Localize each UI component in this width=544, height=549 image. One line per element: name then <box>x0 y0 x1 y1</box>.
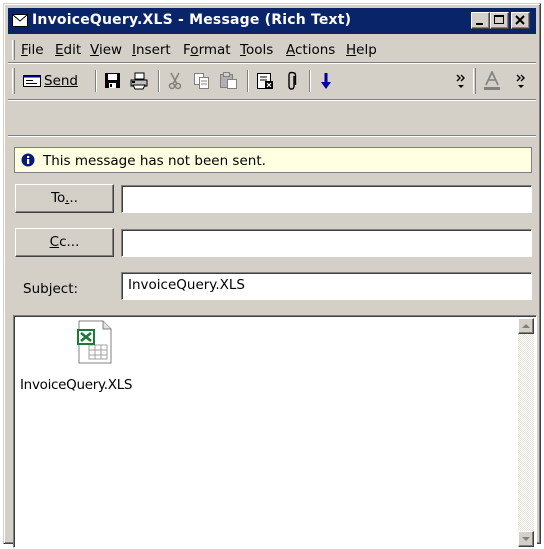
menu-insert[interactable]: Insert <box>132 42 171 58</box>
send-button[interactable]: Send <box>18 68 90 94</box>
to-button-label: To... <box>51 190 78 206</box>
menu-tools[interactable]: Tools <box>240 42 273 58</box>
close-button[interactable] <box>511 12 530 29</box>
subject-label: Subject: <box>23 281 79 297</box>
arrow-up-icon <box>522 324 530 328</box>
address-book-button[interactable] <box>252 68 278 94</box>
toolbar-separator <box>309 70 311 92</box>
toolbar-grip[interactable] <box>473 68 476 94</box>
scroll-down-button[interactable] <box>518 531 534 547</box>
arrow-down-icon <box>321 73 331 89</box>
copy-button <box>190 68 214 94</box>
toolbar-divider <box>8 99 536 101</box>
more-chevron-icon <box>516 74 525 88</box>
font-color-icon <box>484 71 500 90</box>
attach-icon <box>288 71 297 90</box>
toolbar-grip[interactable] <box>12 68 15 94</box>
menu-grip[interactable] <box>12 40 15 60</box>
cc-field[interactable] <box>121 229 532 257</box>
menu-help[interactable]: Help <box>346 42 377 58</box>
info-text: This message has not been sent. <box>43 153 266 169</box>
send-icon <box>23 75 41 87</box>
cut-button <box>163 68 187 94</box>
menu-view[interactable]: View <box>90 42 122 58</box>
menu-bar: File Edit View Insert Format Tools Actio… <box>8 38 536 62</box>
scroll-up-button[interactable] <box>518 318 534 334</box>
to-button[interactable]: To... <box>15 184 114 213</box>
info-bar: This message has not been sent. <box>14 147 532 173</box>
title-bar[interactable]: InvoiceQuery.XLS - Message (Rich Text) <box>8 8 536 34</box>
vertical-scrollbar[interactable] <box>518 318 534 547</box>
paste-icon <box>220 72 237 89</box>
header-divider <box>8 135 536 137</box>
minimize-icon <box>476 23 483 25</box>
send-label: Send <box>44 73 79 89</box>
cc-button[interactable]: Cc... <box>15 228 114 257</box>
to-field[interactable] <box>121 185 532 213</box>
toolbar-separator <box>158 70 160 92</box>
menu-edit[interactable]: Edit <box>55 42 81 58</box>
address-book-icon <box>257 73 273 89</box>
arrow-down-icon <box>522 537 530 541</box>
toolbar-overflow-button[interactable] <box>454 68 468 94</box>
message-window: InvoiceQuery.XLS - Message (Rich Text) F… <box>3 3 541 548</box>
cc-button-label: Cc... <box>49 234 80 250</box>
close-icon <box>515 15 525 25</box>
envelope-icon <box>12 14 28 27</box>
maximize-icon <box>494 15 504 24</box>
paste-button <box>216 68 240 94</box>
maximize-button[interactable] <box>490 12 509 29</box>
save-icon <box>105 73 120 88</box>
attachment-name[interactable]: InvoiceQuery.XLS <box>20 377 133 393</box>
menu-actions[interactable]: Actions <box>286 42 335 58</box>
importance-low-button[interactable] <box>314 68 338 94</box>
toolbar: Send <box>8 64 536 98</box>
window-title: InvoiceQuery.XLS - Message (Rich Text) <box>32 12 352 28</box>
insert-file-button[interactable] <box>280 68 304 94</box>
print-icon <box>130 72 148 90</box>
attachment[interactable] <box>73 319 115 365</box>
menu-format[interactable]: Format <box>183 42 231 58</box>
excel-file-icon <box>77 320 112 364</box>
minimize-button[interactable] <box>471 12 490 29</box>
toolbar-overflow-button[interactable] <box>514 68 528 94</box>
info-icon <box>21 153 35 167</box>
toolbar-separator <box>247 70 249 92</box>
menu-file[interactable]: File <box>21 42 44 58</box>
print-button[interactable] <box>126 68 152 94</box>
cut-icon <box>168 72 182 90</box>
subject-field[interactable]: InvoiceQuery.XLS <box>121 272 532 300</box>
more-chevron-icon <box>456 74 465 88</box>
save-button[interactable] <box>100 68 124 94</box>
message-body[interactable]: InvoiceQuery.XLS <box>13 315 537 548</box>
copy-icon <box>194 73 209 89</box>
toolbar-separator <box>95 70 97 92</box>
font-color-button <box>480 68 504 94</box>
